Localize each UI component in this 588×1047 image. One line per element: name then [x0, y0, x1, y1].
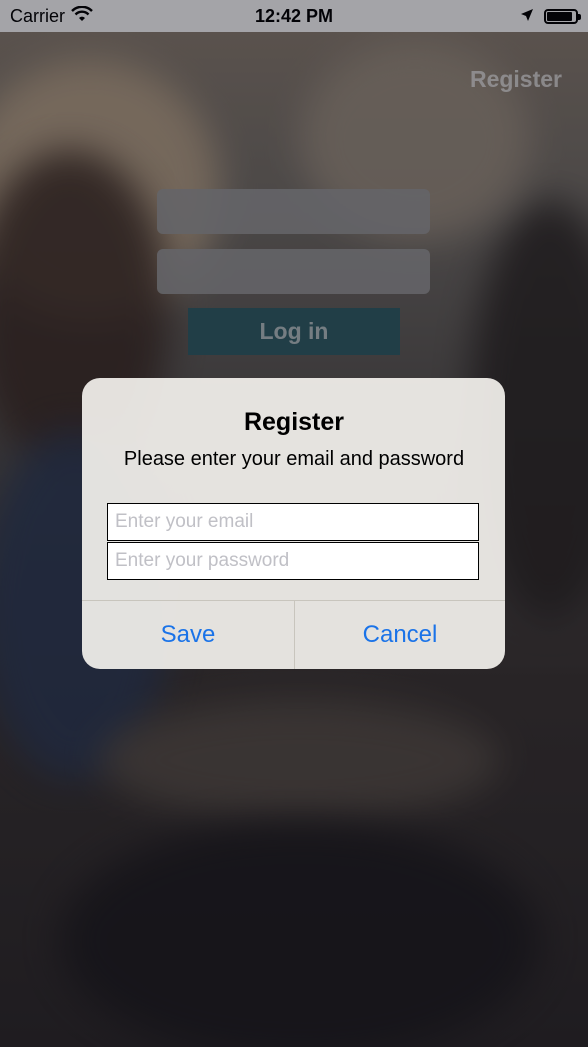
app-screen: Carrier 12:42 PM Register Log in Registe… — [0, 0, 588, 1047]
alert-password-input[interactable] — [107, 542, 479, 580]
alert-message: Please enter your email and password — [123, 448, 465, 470]
alert-title: Register — [243, 408, 345, 436]
save-button[interactable]: Save — [82, 601, 294, 669]
cancel-button[interactable]: Cancel — [295, 601, 505, 669]
alert-email-input[interactable] — [107, 503, 479, 541]
